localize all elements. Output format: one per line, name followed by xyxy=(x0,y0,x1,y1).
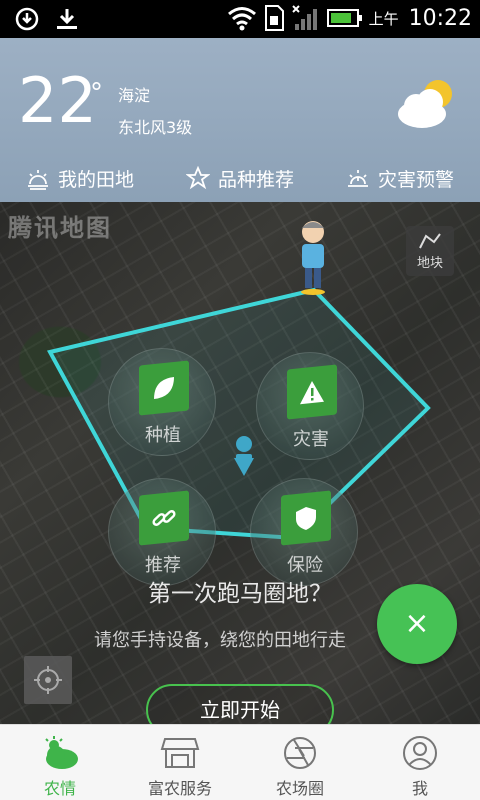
nav-variety-recommend-label: 品种推荐 xyxy=(217,168,294,191)
degree-symbol: ° xyxy=(90,78,103,108)
nav-my-fields[interactable]: 我的田地 xyxy=(0,158,160,198)
sun-warning-icon xyxy=(347,170,368,187)
plot-icon xyxy=(419,233,441,249)
close-fab-button[interactable]: × xyxy=(377,584,457,664)
link-icon xyxy=(152,510,176,526)
bubble-recommend[interactable]: 推荐 xyxy=(108,478,216,586)
nav-variety-recommend[interactable]: 品种推荐 xyxy=(160,158,320,198)
tab-farm-status[interactable]: 农情 xyxy=(0,725,120,800)
tab-farm-status-label: 农情 xyxy=(43,779,76,798)
user-avatar-figure xyxy=(301,221,325,295)
map-view[interactable]: 腾讯地图 地块 种植 灾害 推荐 保险 第一次跑马圈地？ 请您手持设备，绕您的田… xyxy=(0,202,480,724)
plot-button[interactable]: 地块 xyxy=(406,226,454,276)
locate-button[interactable] xyxy=(24,656,72,704)
location-pin-icon xyxy=(234,436,254,476)
tab-farm-circle-label: 农场圈 xyxy=(275,779,324,798)
battery-icon xyxy=(326,9,362,27)
tab-me-label: 我 xyxy=(411,779,428,798)
nav-disaster-warning[interactable]: 灾害预警 xyxy=(320,158,480,198)
plot-button-label: 地块 xyxy=(416,256,443,271)
store-icon xyxy=(160,738,200,768)
tab-me[interactable]: 我 xyxy=(360,725,480,800)
bubble-disaster[interactable]: 灾害 xyxy=(256,352,364,460)
aperture-icon xyxy=(284,737,316,769)
bubble-planting[interactable]: 种植 xyxy=(108,348,216,456)
warning-tile xyxy=(287,364,337,420)
user-icon xyxy=(403,736,437,770)
bubble-disaster-label: 灾害 xyxy=(293,429,329,450)
bubble-planting-label: 种植 xyxy=(145,425,181,446)
temperature: 22 xyxy=(18,64,97,137)
leaf-tile xyxy=(139,360,189,416)
bubble-insurance[interactable]: 保险 xyxy=(250,478,358,586)
nav-disaster-warning-label: 灾害预警 xyxy=(377,168,454,191)
tab-farm-services-label: 富农服务 xyxy=(147,779,212,798)
download-icon xyxy=(57,9,77,29)
tab-farm-services[interactable]: 富农服务 xyxy=(120,725,240,800)
leaf-icon xyxy=(154,376,174,400)
sun-field-icon xyxy=(27,170,48,190)
tab-farm-circle[interactable]: 农场圈 xyxy=(240,725,360,800)
wifi-icon xyxy=(227,7,256,31)
sync-icon xyxy=(15,7,39,31)
shield-tile xyxy=(281,490,331,546)
star-icon xyxy=(185,166,210,190)
status-ampm: 上午 xyxy=(368,9,399,28)
nav-my-fields-label: 我的田地 xyxy=(57,168,134,191)
weather-wind: 东北风3级 xyxy=(118,118,193,137)
signal-icon xyxy=(291,5,317,30)
cloud-sun-icon xyxy=(398,80,452,128)
crosshair-icon xyxy=(34,666,62,694)
status-time: 10:22 xyxy=(408,5,472,31)
subline: 请您手持设备，绕您的田地行走 xyxy=(94,630,346,651)
start-now-button[interactable]: 立即开始 xyxy=(146,684,334,724)
bottom-tab-bar: 农情 富农服务 农场圈 我 xyxy=(0,724,480,800)
status-bar: 上午 10:22 xyxy=(0,0,480,38)
shield-icon xyxy=(296,507,316,530)
weather-location: 海淀 xyxy=(118,86,151,105)
sim-card-icon xyxy=(264,5,284,31)
link-tile xyxy=(139,490,189,546)
warning-icon xyxy=(300,381,324,405)
weather-nav: 我的田地 品种推荐 灾害预警 xyxy=(0,158,480,198)
cloud-sun-tab-icon xyxy=(45,736,78,769)
weather-header[interactable]: 22 ° 海淀 东北风3级 我的田地 品种推荐 灾害预警 xyxy=(0,38,480,202)
